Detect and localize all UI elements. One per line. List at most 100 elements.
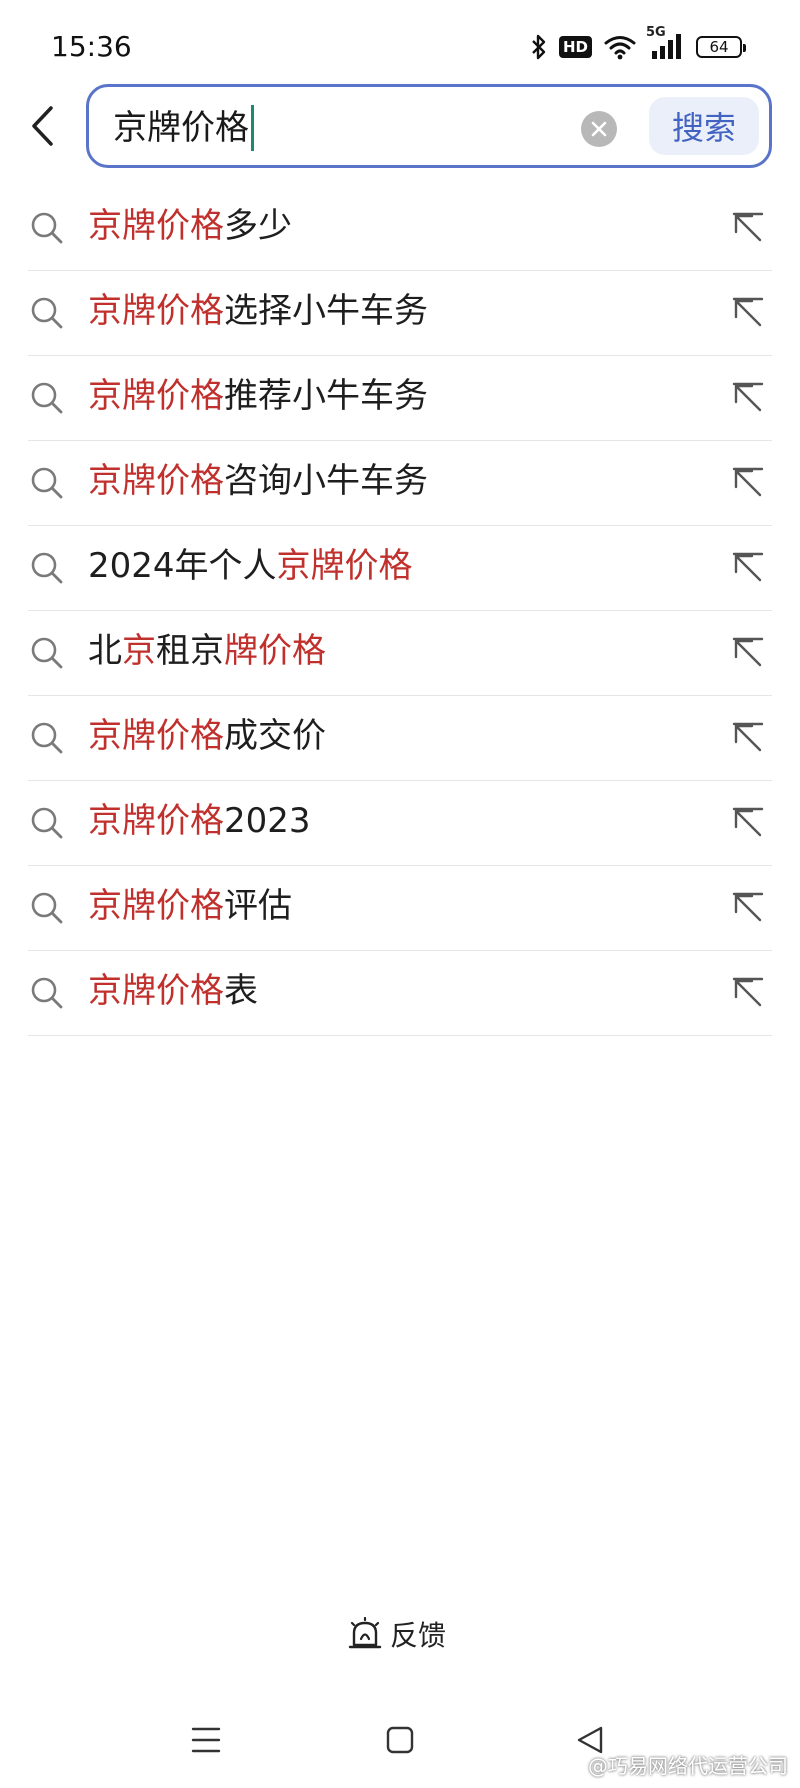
suggestion-text: 京牌价格表: [88, 970, 258, 1012]
suggestion-text-part: 评估: [224, 886, 292, 926]
highlighted-text: 京牌价格: [88, 886, 224, 926]
fill-query-button[interactable]: [732, 382, 766, 416]
battery-level: 64: [709, 38, 729, 56]
highlighted-text: 京牌价格: [276, 546, 413, 586]
text-caret: [251, 105, 254, 151]
fill-query-button[interactable]: [732, 212, 766, 246]
suggestion-text: 北京租京牌价格: [88, 630, 326, 672]
suggestion-item[interactable]: 京牌价格2023: [28, 781, 772, 866]
suggestion-text-part: 多少: [224, 206, 292, 246]
suggestion-item[interactable]: 京牌价格推荐小牛车务: [28, 356, 772, 441]
suggestion-text: 京牌价格推荐小牛车务: [88, 375, 428, 417]
highlighted-text: 京牌价格: [88, 461, 224, 501]
arrow-up-left-icon: [732, 892, 764, 922]
highlighted-text: 京: [122, 631, 156, 671]
fill-query-button[interactable]: [732, 807, 766, 841]
search-icon: [30, 806, 64, 844]
fill-query-button[interactable]: [732, 297, 766, 331]
suggestion-item[interactable]: 京牌价格评估: [28, 866, 772, 951]
bluetooth-icon: [531, 34, 547, 60]
highlighted-text: 牌价格: [224, 631, 326, 671]
suggestion-text-part: 咨询小牛车务: [224, 461, 428, 501]
search-input[interactable]: 京牌价格: [113, 105, 254, 151]
search-icon: [30, 381, 64, 419]
suggestion-text: 京牌价格咨询小牛车务: [88, 460, 428, 502]
highlighted-text: 京牌价格: [88, 376, 224, 416]
suggestion-text-part: 北: [88, 631, 122, 671]
arrow-up-left-icon: [732, 977, 764, 1007]
menu-icon: [191, 1727, 221, 1753]
search-query: 京牌价格: [113, 108, 249, 148]
suggestion-text-part: 成交价: [224, 716, 326, 756]
search-icon: [30, 721, 64, 759]
highlighted-text: 京牌价格: [88, 716, 224, 756]
status-time: 15:36: [51, 30, 132, 63]
highlighted-text: 京牌价格: [88, 206, 224, 246]
search-icon: [30, 211, 64, 249]
wifi-icon: [604, 34, 636, 60]
clear-icon: [591, 121, 607, 137]
fill-query-button[interactable]: [732, 892, 766, 926]
suggestion-item[interactable]: 2024年个人京牌价格: [28, 526, 772, 611]
search-icon: [30, 296, 64, 334]
suggestion-text-part: 租京: [156, 631, 224, 671]
search-icon: [30, 636, 64, 674]
suggestion-text: 2024年个人京牌价格: [88, 545, 413, 587]
arrow-up-left-icon: [732, 382, 764, 412]
highlighted-text: 京牌价格: [88, 291, 224, 331]
suggestion-item[interactable]: 京牌价格多少: [28, 186, 772, 271]
battery-icon: 64: [696, 36, 746, 58]
arrow-up-left-icon: [732, 467, 764, 497]
arrow-up-left-icon: [732, 722, 764, 752]
fill-query-button[interactable]: [732, 977, 766, 1011]
search-icon: [30, 466, 64, 504]
suggestion-text: 京牌价格评估: [88, 885, 292, 927]
feedback-button[interactable]: 反馈: [348, 1614, 446, 1654]
arrow-up-left-icon: [732, 212, 764, 242]
suggestion-item[interactable]: 京牌价格咨询小牛车务: [28, 441, 772, 526]
suggestion-text: 京牌价格选择小牛车务: [88, 290, 428, 332]
search-icon: [30, 891, 64, 929]
clear-button[interactable]: [581, 111, 617, 147]
highlighted-text: 京牌价格: [88, 801, 224, 841]
status-bar: 15:36 HD 5G 64: [0, 0, 800, 96]
back-button[interactable]: [22, 102, 62, 150]
arrow-up-left-icon: [732, 552, 764, 582]
cellular-signal-icon: 5G: [646, 25, 684, 61]
suggestion-list: 京牌价格多少 京牌价格选择小牛车务 京牌价格推荐小牛车务 京牌价格咨询小牛车务 2024…: [28, 186, 772, 1036]
search-button[interactable]: 搜索: [649, 97, 759, 155]
feedback-label: 反馈: [390, 1619, 447, 1652]
feedback-icon: [348, 1617, 382, 1649]
chevron-left-icon: [32, 106, 53, 146]
home-square-icon: [386, 1726, 414, 1754]
fill-query-button[interactable]: [732, 552, 766, 586]
suggestion-item[interactable]: 京牌价格表: [28, 951, 772, 1036]
arrow-up-left-icon: [732, 297, 764, 327]
search-box[interactable]: 京牌价格 搜索: [86, 84, 772, 168]
recents-button[interactable]: [176, 1710, 236, 1770]
status-icons: HD 5G 64: [531, 25, 746, 64]
search-icon: [30, 976, 64, 1014]
suggestion-text: 京牌价格多少: [88, 205, 292, 247]
suggestion-text-part: 选择小牛车务: [224, 291, 428, 331]
arrow-up-left-icon: [732, 807, 764, 837]
fill-query-button[interactable]: [732, 722, 766, 756]
suggestion-text-part: 推荐小牛车务: [224, 376, 428, 416]
suggestion-item[interactable]: 北京租京牌价格: [28, 611, 772, 696]
suggestion-text-part: 2023: [224, 801, 311, 841]
highlighted-text: 京牌价格: [88, 971, 224, 1011]
network-type-label: 5G: [646, 25, 666, 40]
suggestion-text: 京牌价格2023: [88, 800, 311, 842]
suggestion-item[interactable]: 京牌价格成交价: [28, 696, 772, 781]
hd-badge: HD: [558, 36, 592, 58]
watermark: @巧易网络代运营公司: [588, 1754, 788, 1778]
suggestion-text: 京牌价格成交价: [88, 715, 326, 757]
suggestion-text-part: 2024年个人: [88, 546, 277, 586]
search-icon: [30, 551, 64, 589]
fill-query-button[interactable]: [732, 637, 766, 671]
arrow-up-left-icon: [732, 637, 764, 667]
home-button[interactable]: [370, 1710, 430, 1770]
suggestion-item[interactable]: 京牌价格选择小牛车务: [28, 271, 772, 356]
fill-query-button[interactable]: [732, 467, 766, 501]
suggestion-text-part: 表: [224, 971, 258, 1011]
